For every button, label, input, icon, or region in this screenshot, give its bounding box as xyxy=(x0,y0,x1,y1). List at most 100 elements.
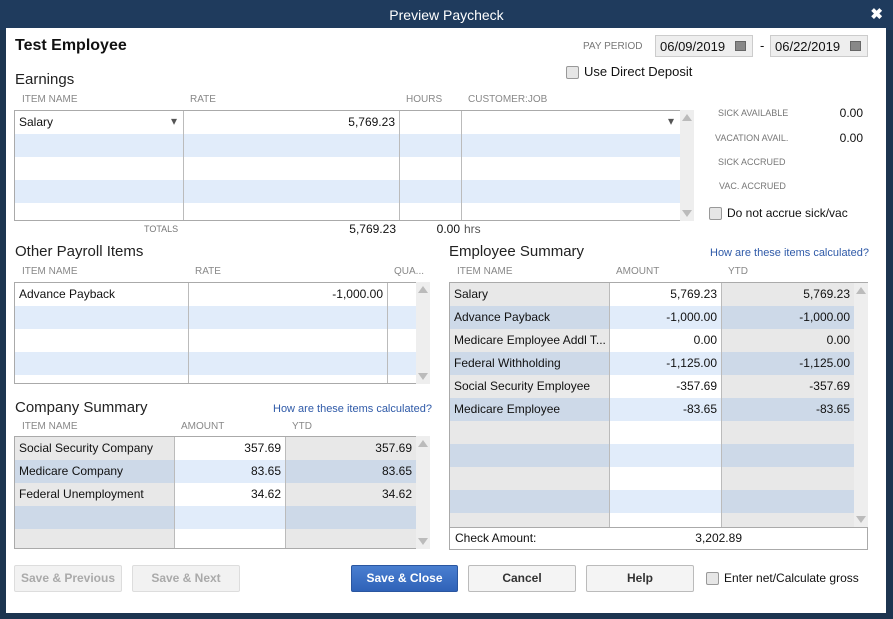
table-cell[interactable]: Medicare Company xyxy=(15,460,175,483)
table-cell[interactable] xyxy=(450,444,610,467)
table-row[interactable] xyxy=(15,506,417,529)
table-cell[interactable] xyxy=(450,467,610,490)
table-row[interactable] xyxy=(15,529,417,548)
table-cell[interactable]: 5,769.23 xyxy=(610,283,722,306)
table-cell[interactable]: -1,125.00 xyxy=(722,352,855,375)
table-cell[interactable] xyxy=(722,421,855,444)
table-cell[interactable] xyxy=(388,329,417,352)
table-cell[interactable]: 357.69 xyxy=(175,437,286,460)
close-icon[interactable]: ✖ xyxy=(870,0,883,30)
table-cell[interactable]: Salary ▾ xyxy=(15,111,184,134)
table-cell[interactable]: 0.00 xyxy=(610,329,722,352)
table-row[interactable]: Salary ▾ 5,769.23 ▾ xyxy=(15,111,681,135)
table-cell[interactable] xyxy=(610,467,722,490)
help-button[interactable]: Help xyxy=(586,565,694,592)
table-cell[interactable] xyxy=(184,203,400,220)
table-row[interactable] xyxy=(15,329,417,352)
table-cell[interactable] xyxy=(462,203,681,220)
table-cell[interactable] xyxy=(450,513,610,527)
table-cell[interactable] xyxy=(722,513,855,527)
table-cell[interactable] xyxy=(189,306,388,329)
table-cell[interactable]: Advance Payback xyxy=(15,283,189,306)
table-cell[interactable]: -83.65 xyxy=(610,398,722,421)
table-cell[interactable] xyxy=(15,375,189,383)
table-row[interactable] xyxy=(450,444,855,467)
save-close-button[interactable]: Save & Close xyxy=(351,565,458,592)
table-row[interactable] xyxy=(15,157,681,180)
table-cell[interactable] xyxy=(462,180,681,203)
earnings-scrollbar[interactable] xyxy=(680,110,694,221)
table-cell[interactable] xyxy=(184,134,400,157)
table-cell[interactable] xyxy=(450,421,610,444)
checkbox-icon[interactable] xyxy=(706,572,719,586)
scroll-down-icon[interactable] xyxy=(682,210,692,217)
table-cell[interactable] xyxy=(388,375,417,383)
table-row[interactable] xyxy=(15,203,681,220)
table-row[interactable] xyxy=(15,134,681,157)
table-cell[interactable] xyxy=(286,529,417,548)
table-cell[interactable] xyxy=(175,506,286,529)
table-cell[interactable] xyxy=(184,180,400,203)
table-cell[interactable] xyxy=(388,306,417,329)
table-cell[interactable]: -1,000.00 xyxy=(722,306,855,329)
table-cell[interactable]: Salary xyxy=(450,283,610,306)
table-row[interactable] xyxy=(15,352,417,375)
table-cell[interactable] xyxy=(15,352,189,375)
table-cell[interactable]: Medicare Employee Addl T... xyxy=(450,329,610,352)
table-cell[interactable]: Social Security Employee xyxy=(450,375,610,398)
table-cell[interactable]: 83.65 xyxy=(175,460,286,483)
table-cell[interactable]: Social Security Company xyxy=(15,437,175,460)
table-cell[interactable] xyxy=(189,375,388,383)
table-row[interactable]: Medicare Employee -83.65 -83.65 xyxy=(450,398,855,421)
table-cell[interactable]: 83.65 xyxy=(286,460,417,483)
chevron-down-icon[interactable]: ▾ xyxy=(171,114,177,128)
table-cell[interactable] xyxy=(610,421,722,444)
table-cell[interactable]: 5,769.23 xyxy=(722,283,855,306)
table-row[interactable] xyxy=(450,513,855,527)
employee-calc-link[interactable]: How are these items calculated? xyxy=(710,247,869,259)
table-row[interactable] xyxy=(15,306,417,329)
table-cell[interactable] xyxy=(15,306,189,329)
table-cell[interactable]: -1,000.00 xyxy=(610,306,722,329)
table-cell[interactable] xyxy=(388,283,417,306)
table-cell[interactable] xyxy=(462,157,681,180)
table-cell[interactable] xyxy=(400,134,462,157)
table-cell[interactable] xyxy=(610,490,722,513)
table-cell[interactable] xyxy=(15,506,175,529)
table-row[interactable]: Federal Unemployment 34.62 34.62 xyxy=(15,483,417,506)
scroll-up-icon[interactable] xyxy=(418,440,428,447)
table-cell[interactable] xyxy=(184,157,400,180)
table-cell[interactable] xyxy=(15,529,175,548)
table-row[interactable]: Medicare Company 83.65 83.65 xyxy=(15,460,417,483)
table-cell[interactable] xyxy=(450,490,610,513)
table-cell[interactable] xyxy=(15,134,184,157)
checkbox-icon[interactable] xyxy=(709,207,722,221)
table-cell[interactable]: -1,000.00 xyxy=(189,283,388,306)
other-payroll-scrollbar[interactable] xyxy=(416,282,430,384)
table-row[interactable] xyxy=(15,375,417,383)
table-cell[interactable]: 357.69 xyxy=(286,437,417,460)
table-cell[interactable] xyxy=(610,513,722,527)
table-row[interactable]: Salary 5,769.23 5,769.23 xyxy=(450,283,855,307)
table-cell[interactable] xyxy=(175,529,286,548)
employee-summary-scrollbar[interactable] xyxy=(854,283,868,527)
table-row[interactable] xyxy=(15,180,681,203)
cancel-button[interactable]: Cancel xyxy=(468,565,576,592)
table-row[interactable]: Advance Payback -1,000.00 xyxy=(15,283,417,307)
table-cell[interactable] xyxy=(286,506,417,529)
save-next-button[interactable]: Save & Next xyxy=(132,565,240,592)
table-cell[interactable] xyxy=(400,203,462,220)
table-cell[interactable]: 5,769.23 xyxy=(184,111,400,134)
table-cell[interactable] xyxy=(722,444,855,467)
table-cell[interactable]: -83.65 xyxy=(722,398,855,421)
table-cell[interactable]: Medicare Employee xyxy=(450,398,610,421)
table-row[interactable]: Social Security Company 357.69 357.69 xyxy=(15,437,417,460)
do-not-accrue-checkbox[interactable]: Do not accrue sick/vac xyxy=(709,206,848,221)
save-previous-button[interactable]: Save & Previous xyxy=(14,565,122,592)
table-row[interactable]: Social Security Employee -357.69 -357.69 xyxy=(450,375,855,398)
scroll-down-icon[interactable] xyxy=(418,373,428,380)
table-cell[interactable] xyxy=(722,490,855,513)
enter-net-checkbox[interactable]: Enter net/Calculate gross xyxy=(706,571,859,586)
table-cell[interactable] xyxy=(400,157,462,180)
table-cell[interactable] xyxy=(610,444,722,467)
